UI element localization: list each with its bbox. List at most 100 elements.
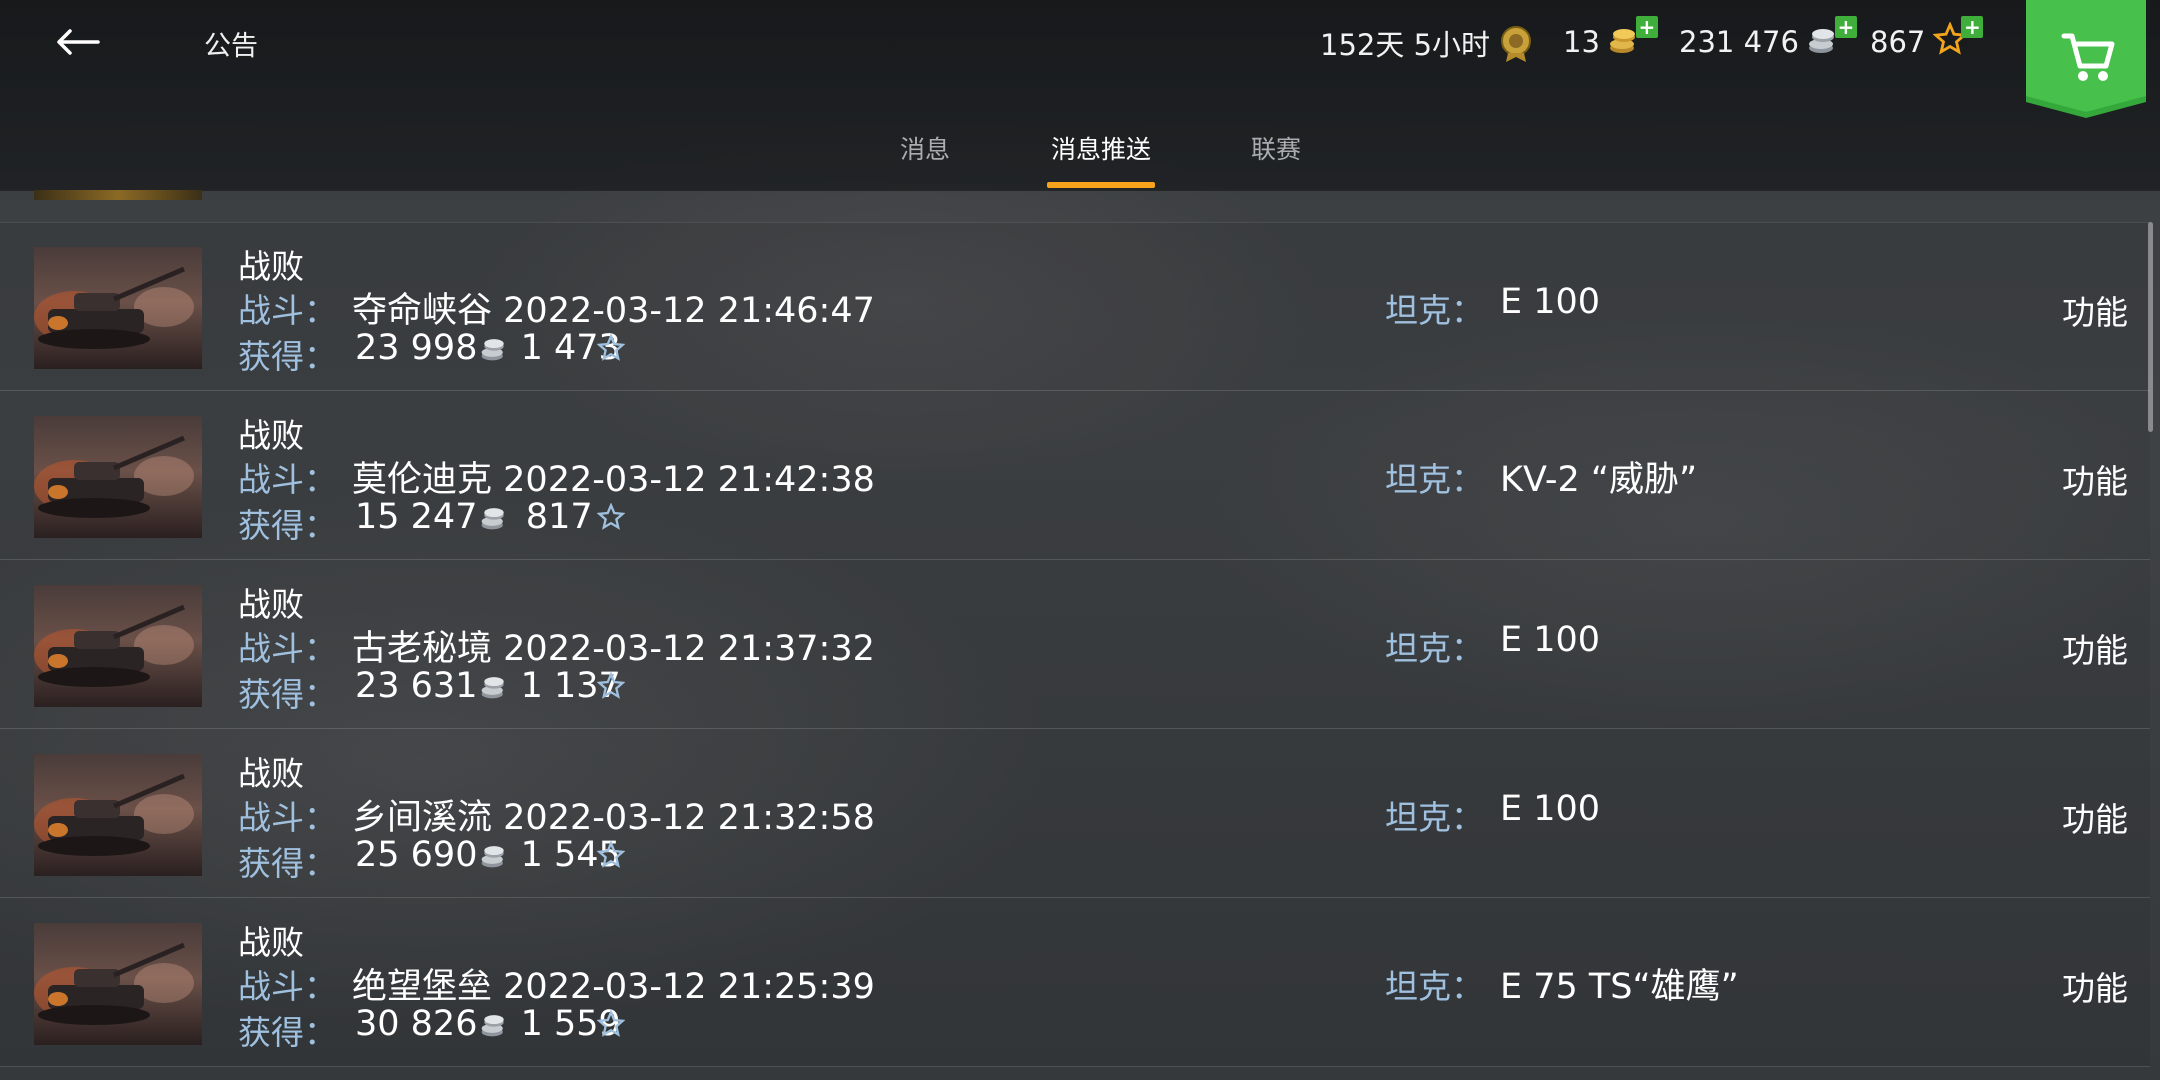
battle-result: 战败 [238, 754, 304, 793]
silver-coins-icon [479, 332, 509, 372]
list-item-partial [0, 190, 2150, 223]
list-item[interactable]: 战败 战斗： 乡间溪流 2022-03-12 21:32:58 获得： 25 6… [0, 729, 2150, 898]
silver-earned: 23 998 [355, 328, 478, 368]
page-title: 公告 [204, 31, 258, 62]
add-gold-plus-icon[interactable]: + [1635, 16, 1658, 38]
earned-label: 获得： [238, 1013, 337, 1052]
list-item[interactable]: 战败 战斗： 莫伦迪克 2022-03-12 21:42:38 获得： 15 2… [0, 391, 2150, 560]
burning-tank-image [34, 942, 194, 1025]
battle-label: 战斗： [238, 798, 337, 837]
battle-info: 乡间溪流 2022-03-12 21:32:58 [352, 789, 875, 840]
tank-label: 坦克： [1385, 460, 1484, 499]
top-bar: 公告 152天 5小时 13 + 231 476 + 867 + 消息 消息推送… [0, 0, 2160, 191]
list-item[interactable]: 战败 战斗： 古老秘境 2022-03-12 21:37:32 获得： 23 6… [0, 560, 2150, 729]
earned-info: 23 998 1 473 [355, 328, 626, 372]
free-xp-counter[interactable]: 867 + [1870, 16, 1984, 62]
tank-name: KV-2 “威胁” [1500, 460, 1698, 500]
map-name: 乡间溪流 [352, 798, 493, 838]
burning-tank-image [34, 435, 194, 518]
battle-info: 古老秘境 2022-03-12 21:37:32 [352, 620, 875, 671]
earned-info: 30 826 1 559 [355, 1004, 626, 1048]
silver-coins-icon [479, 501, 509, 541]
function-button[interactable]: 功能 [2062, 455, 2128, 503]
tank-label: 坦克： [1385, 967, 1484, 1006]
function-button[interactable]: 功能 [2062, 962, 2128, 1010]
free-xp-value: 867 [1870, 25, 1926, 59]
battle-datetime: 2022-03-12 21:42:38 [503, 460, 875, 500]
battle-label: 战斗： [238, 460, 337, 499]
silver-coins-icon: + [1807, 16, 1857, 62]
tab-league[interactable]: 联赛 [1250, 130, 1302, 188]
gold-value: 13 [1563, 25, 1600, 59]
earned-label: 获得： [238, 675, 337, 714]
battle-info: 夺命峡谷 2022-03-12 21:46:47 [352, 282, 875, 333]
battle-datetime: 2022-03-12 21:25:39 [503, 967, 875, 1007]
add-silver-plus-icon[interactable]: + [1834, 16, 1857, 38]
burning-tank-image [34, 604, 194, 687]
back-button[interactable] [48, 14, 108, 70]
tab-message-push[interactable]: 消息推送 [1047, 130, 1155, 188]
shop-button[interactable] [2026, 0, 2146, 120]
tank-name: E 100 [1500, 282, 1601, 322]
battle-info: 莫伦迪克 2022-03-12 21:42:38 [352, 451, 875, 502]
silver-coins-icon [479, 839, 509, 879]
tank-name: E 100 [1500, 789, 1601, 829]
silver-earned: 30 826 [355, 1004, 478, 1044]
tab-bar: 消息 消息推送 联赛 [0, 130, 2160, 188]
map-name: 古老秘境 [352, 629, 493, 669]
battle-result: 战败 [238, 585, 304, 624]
tank-name: E 75 TS“雄鹰” [1500, 967, 1739, 1007]
battle-info: 绝望堡垒 2022-03-12 21:25:39 [352, 958, 875, 1009]
earned-label: 获得： [238, 844, 337, 883]
battle-result: 战败 [238, 416, 304, 455]
function-button[interactable]: 功能 [2062, 624, 2128, 672]
premium-badge-icon [1498, 23, 1538, 63]
battle-result: 战败 [238, 247, 304, 286]
shopping-cart-icon [2026, 0, 2146, 118]
earned-label: 获得： [238, 337, 337, 376]
message-list: 战败 战斗： 夺命峡谷 2022-03-12 21:46:47 获得： 23 9… [0, 222, 2150, 1067]
list-item[interactable]: 战败 战斗： 夺命峡谷 2022-03-12 21:46:47 获得： 23 9… [0, 222, 2150, 391]
function-button[interactable]: 功能 [2062, 286, 2128, 334]
function-button[interactable]: 功能 [2062, 793, 2128, 841]
tank-thumbnail [34, 247, 202, 369]
thumbnail-partial [34, 190, 202, 200]
silver-coins-icon [479, 670, 509, 710]
battle-datetime: 2022-03-12 21:46:47 [503, 291, 875, 331]
star-xp-icon: + [1932, 16, 1984, 62]
tank-thumbnail [34, 754, 202, 876]
earned-info: 23 631 1 137 [355, 666, 626, 710]
battle-label: 战斗： [238, 967, 337, 1006]
add-xp-plus-icon[interactable]: + [1961, 16, 1984, 38]
battle-datetime: 2022-03-12 21:32:58 [503, 798, 875, 838]
gold-counter[interactable]: 13 + [1563, 16, 1658, 62]
silver-earned: 15 247 [355, 497, 478, 537]
silver-counter[interactable]: 231 476 + [1679, 16, 1857, 62]
star-xp-icon [596, 1007, 626, 1047]
earned-label: 获得： [238, 506, 337, 545]
star-xp-icon [596, 838, 626, 878]
list-item[interactable]: 战败 战斗： 绝望堡垒 2022-03-12 21:25:39 获得： 30 8… [0, 898, 2150, 1067]
tank-name: E 100 [1500, 620, 1601, 660]
xp-earned: 1 559 [520, 1004, 621, 1044]
xp-earned: 1 473 [520, 328, 621, 368]
gold-coins-icon: + [1608, 16, 1658, 62]
burning-tank-image [34, 266, 194, 349]
arrow-left-icon [57, 29, 100, 55]
earned-info: 25 690 1 545 [355, 835, 626, 879]
silver-value: 231 476 [1679, 25, 1799, 59]
map-name: 绝望堡垒 [352, 967, 493, 1007]
premium-time[interactable]: 152天 5小时 [1320, 22, 1538, 64]
silver-coins-icon [479, 1008, 509, 1048]
star-xp-icon [596, 331, 626, 371]
tank-thumbnail [34, 923, 202, 1045]
tank-thumbnail [34, 585, 202, 707]
tab-messages[interactable]: 消息 [895, 130, 955, 188]
silver-earned: 25 690 [355, 835, 478, 875]
silver-earned: 23 631 [355, 666, 478, 706]
list-scrollbar[interactable] [2148, 222, 2153, 432]
tank-thumbnail [34, 416, 202, 538]
battle-label: 战斗： [238, 629, 337, 668]
battle-result: 战败 [238, 923, 304, 962]
premium-time-value: 152天 5小时 [1320, 28, 1491, 62]
